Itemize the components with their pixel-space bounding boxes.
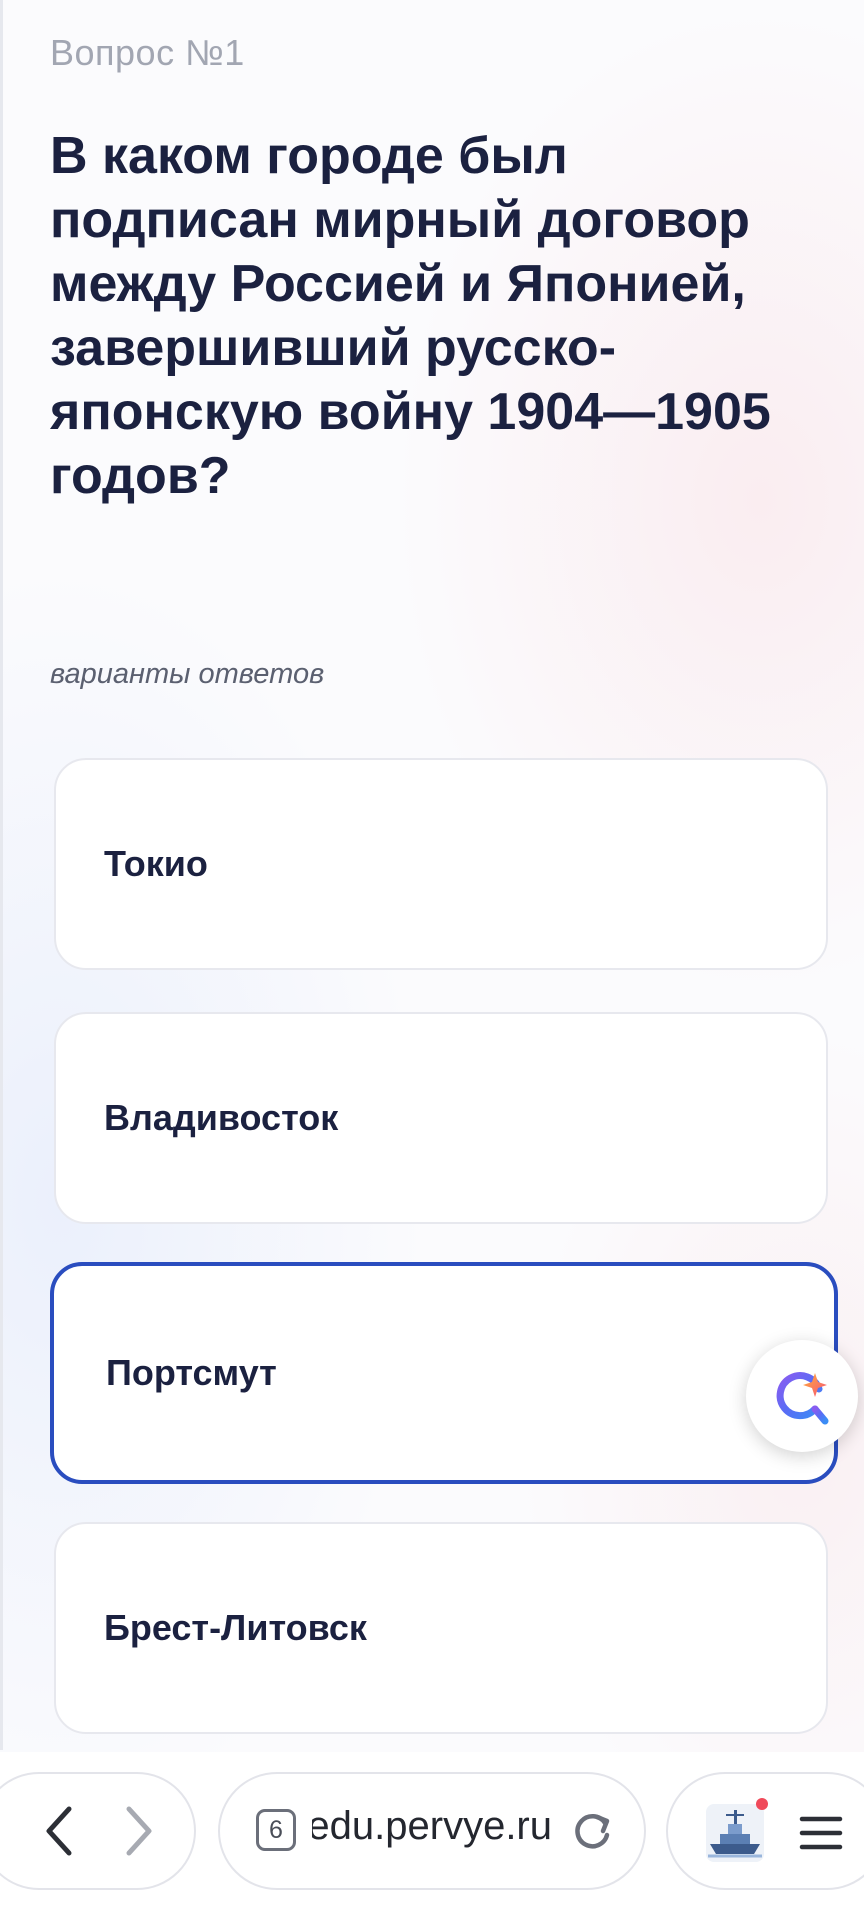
address-bar[interactable]: 6 edu.pervye.ru xyxy=(218,1772,646,1890)
back-arrow-icon xyxy=(46,1806,72,1856)
menu-icon xyxy=(799,1816,843,1850)
forward-button[interactable] xyxy=(104,1796,174,1866)
answer-option-1[interactable]: Токио xyxy=(54,758,828,970)
left-edge-divider xyxy=(0,0,3,1750)
reload-icon xyxy=(575,1814,610,1849)
reload-button[interactable] xyxy=(562,1802,622,1862)
answer-option-label: Портсмут xyxy=(106,1352,277,1393)
menu-button[interactable] xyxy=(786,1800,856,1866)
question-text: В каком городе был подписан мирный догов… xyxy=(50,127,771,505)
question-number: Вопрос №1 xyxy=(50,32,245,73)
ship-icon[interactable] xyxy=(702,1800,768,1866)
answer-option-label: Токио xyxy=(104,843,208,884)
ai-assistant-button[interactable] xyxy=(746,1340,858,1452)
notification-dot xyxy=(756,1798,768,1810)
forward-arrow-icon xyxy=(126,1806,152,1856)
answer-option-label: Брест-Литовск xyxy=(104,1607,367,1648)
menu-pill xyxy=(666,1772,864,1890)
url-text[interactable]: edu.pervye.ru xyxy=(312,1804,552,1849)
answer-option-label: Владивосток xyxy=(104,1097,339,1138)
ai-assistant-icon xyxy=(776,1372,829,1425)
navigation-pill xyxy=(0,1772,196,1890)
answer-option-4[interactable]: Брест-Литовск xyxy=(54,1522,828,1734)
back-button[interactable] xyxy=(24,1796,94,1866)
browser-toolbar: 6 edu.pervye.ru xyxy=(0,1752,864,1920)
answers-label: варианты ответов xyxy=(50,658,325,690)
answer-option-3-selected[interactable]: Портсмут xyxy=(50,1262,838,1484)
tab-count-icon[interactable]: 6 xyxy=(256,1809,296,1851)
answer-option-2[interactable]: Владивосток xyxy=(54,1012,828,1224)
